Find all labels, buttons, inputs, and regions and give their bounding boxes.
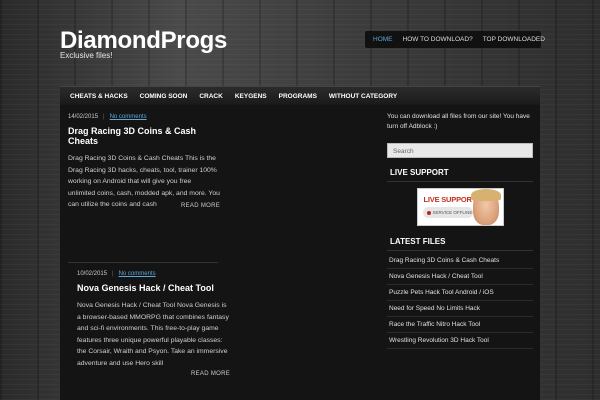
post-divider — [68, 262, 218, 263]
nav-coming-soon[interactable]: COMING SOON — [134, 93, 194, 100]
post: 10/02/2015 | No comments Nova Genesis Ha… — [77, 271, 229, 369]
post-title[interactable]: Drag Racing 3D Coins & Cash Cheats — [68, 126, 220, 146]
top-nav-top-downloaded[interactable]: TOP DOWNLOADED — [478, 36, 550, 43]
latest-file-item[interactable]: Drag Racing 3D Coins & Cash Cheats — [387, 253, 533, 269]
post: 14/02/2015 | No comments Drag Racing 3D … — [68, 114, 220, 211]
post-excerpt: Drag Racing 3D Coins & Cash Cheats This … — [68, 155, 220, 208]
support-agent-hair — [470, 189, 501, 201]
latest-file-item[interactable]: Need for Speed No Limits Hack — [387, 301, 533, 317]
top-nav-how-to-download[interactable]: HOW TO DOWNLOAD? — [398, 36, 478, 43]
main-nav: CHEATS & HACKS COMING SOON CRACK KEYGENS… — [60, 86, 540, 105]
post-comments-link[interactable]: No comments — [110, 114, 147, 120]
meta-separator: | — [112, 271, 114, 277]
site-tagline: Exclusive files! — [60, 51, 113, 60]
search-input[interactable]: Search — [387, 143, 533, 158]
post-meta: 14/02/2015 | No comments — [68, 114, 220, 120]
top-nav-home[interactable]: HOME — [368, 36, 398, 43]
offline-status-icon — [426, 210, 431, 215]
latest-files-list: Drag Racing 3D Coins & Cash Cheats Nova … — [387, 253, 533, 349]
live-support-status: SERVICE OFFLINE — [422, 207, 473, 218]
post-date: 14/02/2015 — [68, 114, 99, 120]
sidebar: You can download all files from our site… — [387, 112, 533, 349]
live-support-heading: LIVE SUPPORT — [387, 167, 533, 182]
post-title[interactable]: Nova Genesis Hack / Cheat Tool — [77, 283, 229, 293]
latest-file-item[interactable]: Puzzle Pets Hack Tool Android / iOS — [387, 285, 533, 301]
meta-separator: | — [103, 114, 105, 120]
read-more-link[interactable]: READ MORE — [191, 371, 230, 377]
post-excerpt: Nova Genesis Hack / Cheat Tool Nova Gene… — [77, 302, 229, 367]
live-support-badge[interactable]: LIVE SUPPORT SERVICE OFFLINE — [416, 188, 504, 226]
latest-files-heading: LATEST FILES — [387, 236, 533, 251]
nav-without-category[interactable]: WITHOUT CATEGORY — [323, 93, 403, 100]
latest-file-item[interactable]: Race the Traffic Nitro Hack Tool — [387, 317, 533, 333]
latest-file-item[interactable]: Wrestling Revolution 3D Hack Tool — [387, 333, 533, 349]
live-support-status-text: SERVICE OFFLINE — [432, 210, 473, 215]
nav-crack[interactable]: CRACK — [193, 93, 228, 100]
top-nav: HOME HOW TO DOWNLOAD? TOP DOWNLOADED — [365, 31, 545, 48]
live-support-badge-title: LIVE SUPPORT — [423, 195, 477, 204]
latest-file-item[interactable]: Nova Genesis Hack / Cheat Tool — [387, 269, 533, 285]
nav-cheats-hacks[interactable]: CHEATS & HACKS — [64, 93, 134, 100]
nav-programs[interactable]: PROGRAMS — [273, 93, 323, 100]
post-date: 10/02/2015 — [77, 271, 108, 277]
post-comments-link[interactable]: No comments — [119, 271, 156, 277]
adblock-notice: You can download all files from our site… — [387, 113, 530, 130]
nav-keygens[interactable]: KEYGENS — [229, 93, 273, 100]
read-more-link[interactable]: READ MORE — [181, 203, 220, 209]
post-meta: 10/02/2015 | No comments — [77, 271, 229, 277]
